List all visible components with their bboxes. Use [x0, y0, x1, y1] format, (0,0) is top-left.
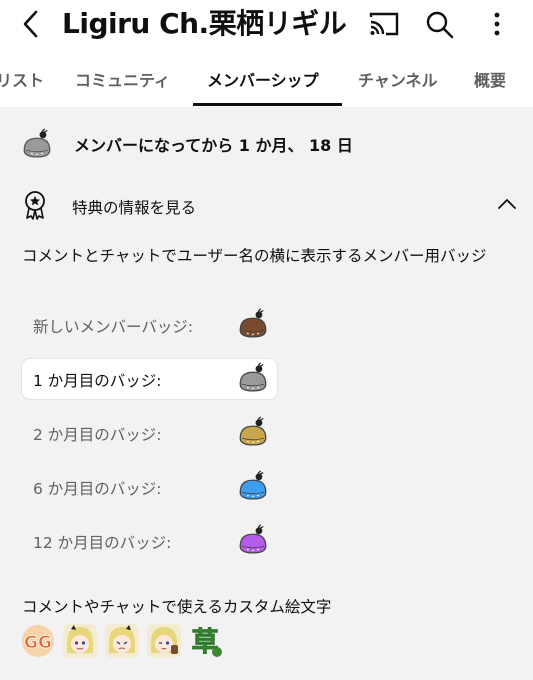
- badge-row-12-months[interactable]: 12 か月目のバッジ:: [22, 521, 277, 561]
- badge-label: 12 か月目のバッジ:: [33, 534, 172, 552]
- badge-label: 1 か月目のバッジ:: [33, 372, 162, 390]
- search-icon[interactable]: [424, 9, 456, 39]
- member-badge-icon: [23, 128, 51, 158]
- emoji-gg-icon: GG: [22, 625, 54, 657]
- more-vert-icon[interactable]: [482, 9, 512, 39]
- membership-duration: メンバーになってから 1 か月、 18 日: [74, 136, 353, 155]
- emoji-kusa-icon: 草: [191, 627, 222, 658]
- tab-channels[interactable]: チャンネル: [358, 67, 438, 91]
- badge-row-new[interactable]: 新しいメンバーバッジ:: [22, 305, 277, 345]
- tab-community[interactable]: コミュニティ: [75, 67, 170, 91]
- tab-playlists[interactable]: リスト: [0, 67, 44, 91]
- chestnut-badge-icon: [239, 308, 267, 338]
- badge-label: 2 か月目のバッジ:: [33, 426, 162, 444]
- award-ribbon-icon: [25, 191, 45, 220]
- chestnut-badge-icon: [239, 416, 267, 446]
- emoji-character-cry-icon: [105, 624, 139, 658]
- badge-section-title: コメントとチャットでユーザー名の横に表示するメンバー用バッジ: [22, 247, 487, 265]
- active-tab-indicator: [193, 103, 342, 106]
- badge-row-6-months[interactable]: 6 か月目のバッジ:: [22, 467, 277, 507]
- chestnut-badge-icon: [239, 470, 267, 500]
- tab-membership[interactable]: メンバーシップ: [207, 67, 319, 91]
- emoji-character-wink-icon: [147, 624, 181, 658]
- emoji-section-title: コメントやチャットで使えるカスタム絵文字: [22, 598, 332, 616]
- chestnut-badge-icon: [239, 524, 267, 554]
- badge-row-2-months[interactable]: 2 か月目のバッジ:: [22, 413, 277, 453]
- badge-label: 新しいメンバーバッジ:: [33, 318, 194, 336]
- top-app-bar: Ligiru Ch.栗栖リギル: [0, 0, 533, 48]
- badge-row-1-month[interactable]: 1 か月目のバッジ:: [22, 359, 277, 399]
- badge-label: 6 か月目のバッジ:: [33, 480, 162, 498]
- channel-tabs: リスト コミュニティ メンバーシップ チャンネル 概要: [0, 54, 533, 106]
- back-arrow-icon[interactable]: [16, 8, 48, 40]
- chestnut-badge-icon: [239, 362, 267, 392]
- emoji-gg-text: GG: [24, 633, 52, 653]
- cast-icon[interactable]: [368, 9, 400, 39]
- chevron-up-icon[interactable]: [496, 196, 518, 212]
- tab-about[interactable]: 概要: [474, 67, 506, 91]
- perks-toggle-label[interactable]: 特典の情報を見る: [72, 196, 196, 218]
- channel-title: Ligiru Ch.栗栖リギル: [62, 7, 347, 40]
- emoji-character-smile-icon: [63, 624, 97, 658]
